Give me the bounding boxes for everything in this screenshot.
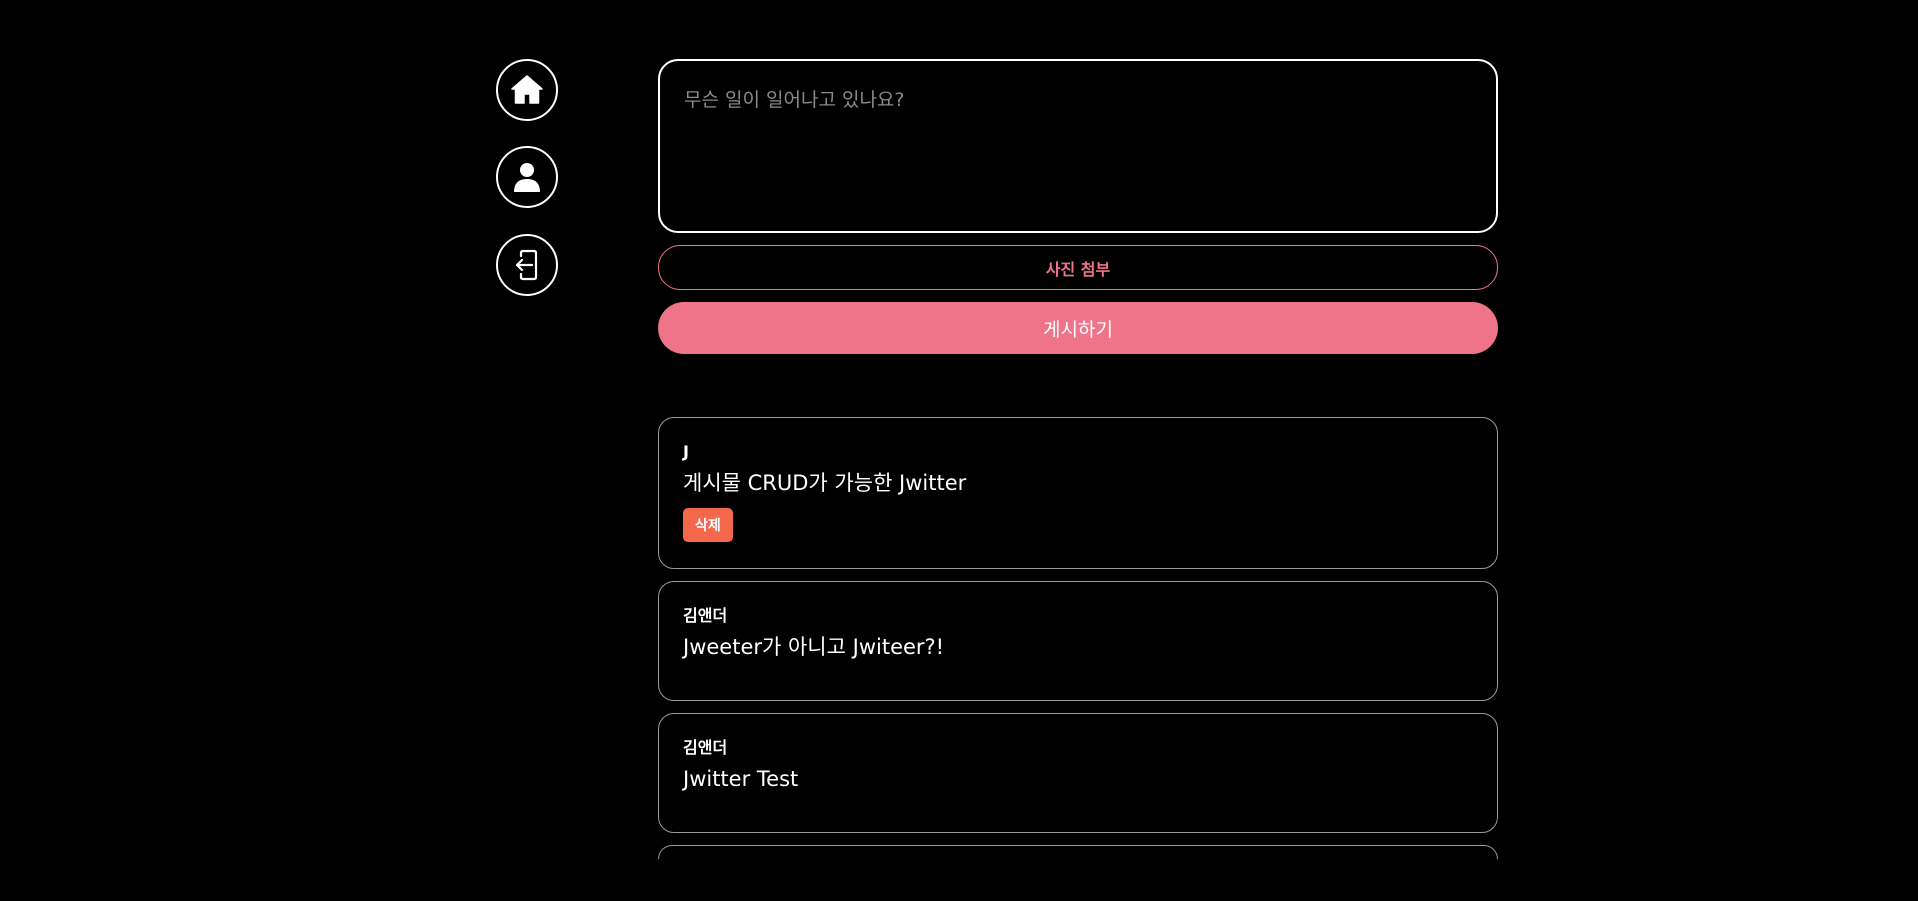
tweet-card: 김앤더 Jweeter가 아니고 Jwiteer?! <box>658 581 1498 701</box>
home-button[interactable] <box>496 59 558 121</box>
tweet-author: 김앤더 <box>683 738 728 757</box>
delete-button[interactable]: 삭제 <box>683 508 733 542</box>
attach-photo-button[interactable]: 사진 첨부 <box>658 245 1498 290</box>
tweet-card: 김앤더 Jwitter Test <box>658 713 1498 833</box>
attach-photo-label: 사진 첨부 <box>1045 259 1111 279</box>
tweet-card-partial <box>658 845 1498 859</box>
tweet-text: Jweeter가 아니고 Jwiteer?! <box>683 635 945 659</box>
user-icon <box>514 163 540 192</box>
tweet-feed: J 게시물 CRUD가 가능한 Jwitter 삭제 김앤더 Jweeter가 … <box>658 417 1498 859</box>
home-icon <box>511 75 543 104</box>
post-button[interactable]: 게시하기 <box>658 302 1498 354</box>
tweet-author: 김앤더 <box>683 606 728 625</box>
profile-button[interactable] <box>496 146 558 208</box>
logout-button[interactable] <box>496 234 558 296</box>
main-column: 사진 첨부 게시하기 J 게시물 CRUD가 가능한 Jwitter 삭제 김앤… <box>658 59 1498 871</box>
tweet-text: 게시물 CRUD가 가능한 Jwitter <box>683 471 967 495</box>
tweet-text: Jwitter Test <box>683 767 799 791</box>
tweet-card: J 게시물 CRUD가 가능한 Jwitter 삭제 <box>658 417 1498 569</box>
tweet-author: J <box>683 442 689 461</box>
logout-icon <box>515 249 538 281</box>
compose-input[interactable] <box>658 59 1498 233</box>
post-button-label: 게시하기 <box>1043 318 1113 341</box>
